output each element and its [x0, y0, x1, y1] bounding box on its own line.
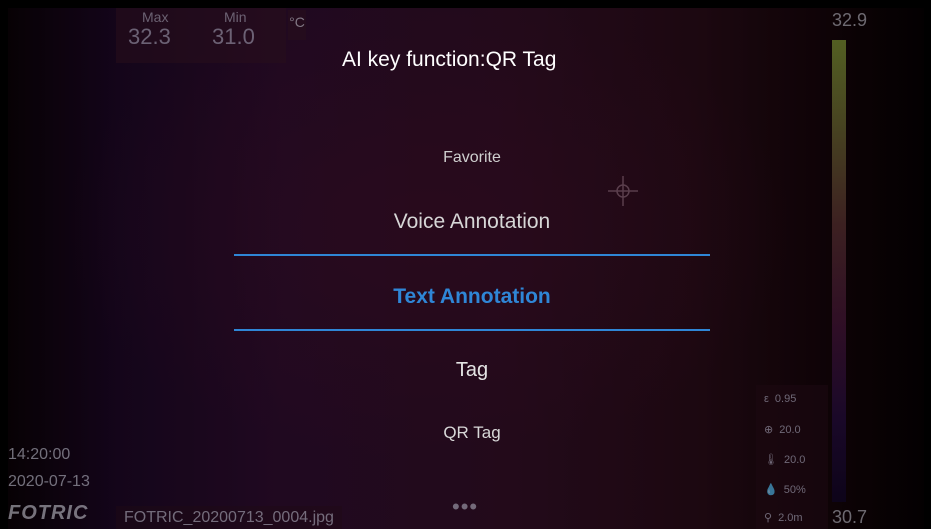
humidity-icon: 💧	[764, 484, 778, 496]
option-voice-annotation[interactable]: Voice Annotation	[234, 210, 710, 234]
max-value: 32.3	[128, 24, 171, 49]
temperature-unit: °C	[288, 10, 306, 40]
scale-high-value: 32.9	[832, 10, 868, 30]
min-label: Min	[224, 9, 247, 25]
selection-line-top	[234, 254, 710, 256]
ambient-temp-param: 🌡 20.0	[764, 454, 806, 466]
color-scale-bar	[832, 40, 846, 502]
distance-icon: ⚲	[764, 512, 773, 524]
measurement-params-panel: ε 0.95 ⊕ 20.0 🌡 20.0 💧 50% ⚲ 2.0m	[756, 385, 828, 529]
emissivity-param: ε 0.95	[764, 393, 797, 405]
option-tag[interactable]: Tag	[234, 359, 710, 382]
thermal-viewfinder: Max Min 32.3 31.0 °C AI key function:QR …	[8, 8, 924, 529]
crosshair-icon	[608, 176, 638, 206]
min-value: 31.0	[212, 24, 255, 49]
scale-low-value: 30.7	[832, 507, 868, 527]
max-label: Max	[142, 9, 169, 25]
min-max-panel: Max Min 32.3 31.0	[116, 8, 286, 63]
more-options-icon[interactable]: •••	[452, 494, 478, 520]
selection-line-bottom	[234, 329, 710, 331]
image-filename: FOTRIC_20200713_0004.jpg	[116, 506, 342, 529]
humidity-param: 💧 50%	[764, 484, 806, 496]
brand-logo: FOTRIC	[8, 502, 89, 524]
option-favorite[interactable]: Favorite	[234, 149, 710, 167]
capture-date: 2020-07-13	[8, 473, 90, 490]
capture-time: 14:20:00	[8, 446, 71, 463]
reflected-temp-icon: ⊕	[764, 424, 774, 436]
option-qr-tag[interactable]: QR Tag	[234, 423, 710, 443]
emissivity-icon: ε	[764, 393, 769, 405]
thermometer-icon: 🌡	[764, 454, 778, 466]
reflected-temp-param: ⊕ 20.0	[764, 424, 801, 436]
distance-param: ⚲ 2.0m	[764, 512, 803, 524]
dialog-title: AI key function:QR Tag	[342, 48, 557, 71]
option-text-annotation-selected[interactable]: Text Annotation	[234, 285, 710, 309]
